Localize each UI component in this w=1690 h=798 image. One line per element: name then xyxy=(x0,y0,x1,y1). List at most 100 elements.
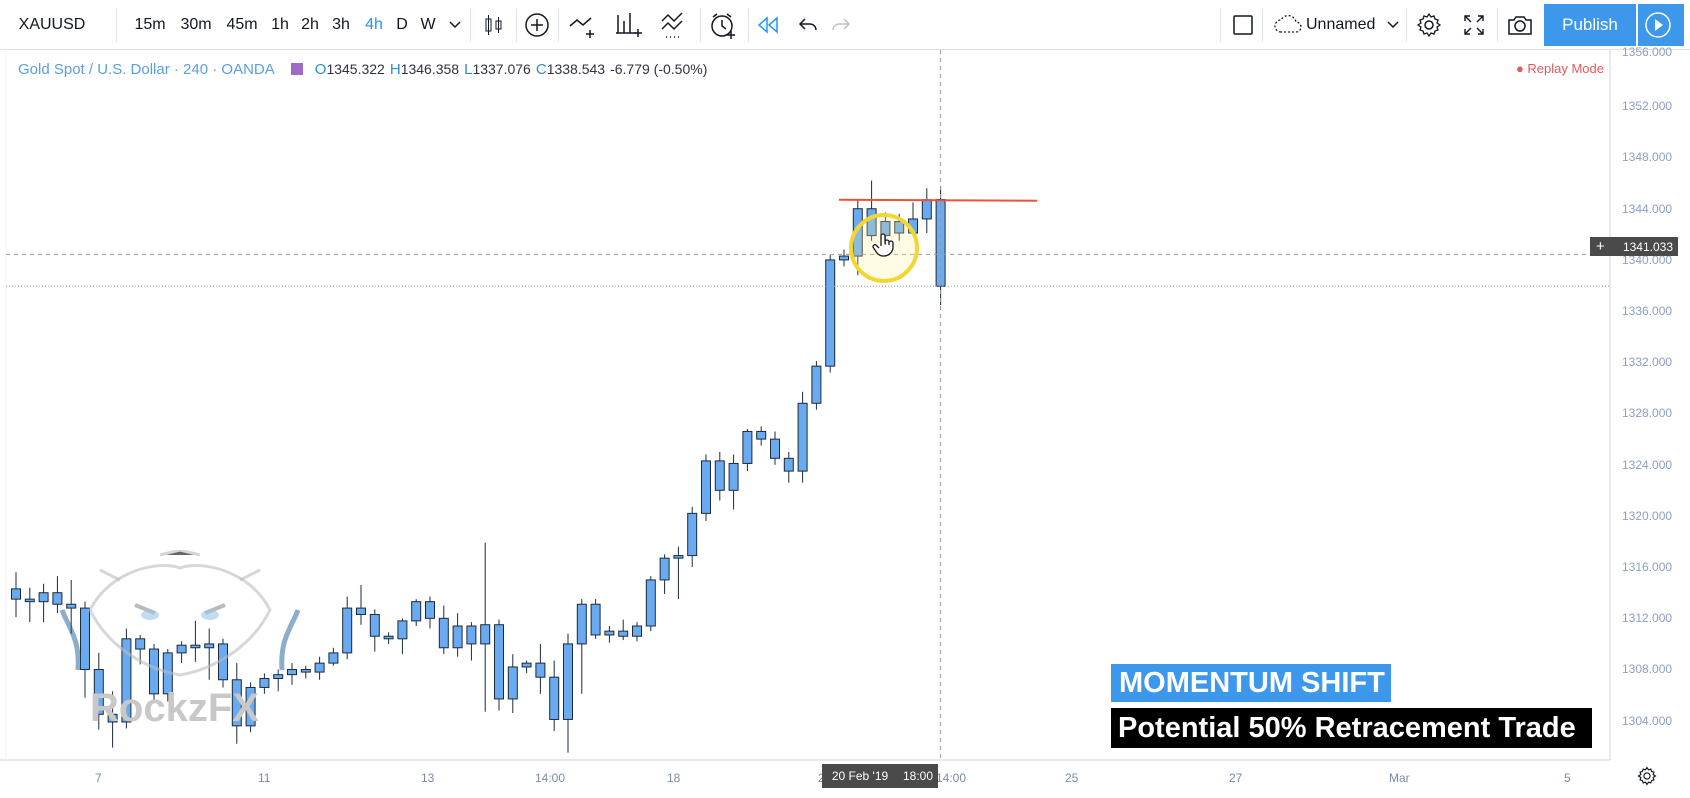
candle-body xyxy=(604,630,615,636)
fullscreen-icon[interactable] xyxy=(1458,0,1490,50)
candle-body xyxy=(632,625,642,637)
toolbar-divider xyxy=(1262,8,1263,42)
layout-name-button[interactable]: Unnamed xyxy=(1306,0,1382,50)
candle-body xyxy=(342,607,353,654)
toolbar-divider xyxy=(516,8,517,42)
candle-body xyxy=(535,662,546,678)
price-axis-label: 1320.000 xyxy=(1622,509,1673,523)
candle-body xyxy=(645,579,656,627)
time-axis-label: 13 xyxy=(421,771,435,785)
price-axis-label: 1312.000 xyxy=(1622,611,1673,625)
candle-body xyxy=(549,676,560,720)
candle-body xyxy=(507,666,518,700)
toolbar-divider xyxy=(700,8,701,42)
candle-body xyxy=(811,365,822,404)
interval-3h[interactable]: 3h xyxy=(329,0,353,50)
indicators-icon[interactable] xyxy=(611,0,647,50)
crosshair-price-tag: + 1341.033 xyxy=(1590,237,1678,256)
select-layout-square-icon[interactable] xyxy=(1229,0,1257,50)
interval-2h[interactable]: 2h xyxy=(298,0,322,50)
price-axis-label: 1356.000 xyxy=(1622,45,1673,59)
candle-style-icon[interactable] xyxy=(478,0,510,50)
toolbar-divider xyxy=(1406,8,1407,42)
toolbar-divider xyxy=(470,8,471,42)
undo-icon[interactable] xyxy=(793,0,823,50)
candle-body xyxy=(576,603,587,645)
symbol-search-button[interactable]: XAUUSD xyxy=(12,0,92,50)
candle-body xyxy=(756,430,767,440)
toolbar-divider xyxy=(558,8,559,42)
candle-body xyxy=(770,438,780,459)
compare-icon[interactable] xyxy=(565,0,601,50)
tiger-watermark-logo xyxy=(59,550,300,677)
candle-body xyxy=(11,588,21,600)
candle-body xyxy=(783,457,794,472)
toolbar-divider xyxy=(1497,8,1498,42)
settings-gear-icon[interactable] xyxy=(1413,0,1445,50)
candle-body xyxy=(411,601,422,622)
toolbar-divider xyxy=(1220,8,1221,42)
price-axis-label: 1352.000 xyxy=(1622,99,1673,113)
legend-close-label: C xyxy=(535,60,547,78)
add-indicator-plus-icon[interactable] xyxy=(521,0,553,50)
legend-close-value: 1338.543 xyxy=(546,61,606,77)
interval-45m[interactable]: 45m xyxy=(222,0,262,50)
templates-icon[interactable] xyxy=(657,0,693,50)
candle-body xyxy=(438,617,449,649)
candle-body xyxy=(314,662,325,673)
candle-body xyxy=(659,557,670,581)
price-axis-label: 1344.000 xyxy=(1622,202,1673,216)
play-icon xyxy=(1645,12,1671,38)
legend-change-value: -6.779 (-0.50%) xyxy=(610,61,708,77)
candle-body xyxy=(701,460,711,514)
price-axis-label: 1324.000 xyxy=(1622,458,1673,472)
legend-open-value: 1345.322 xyxy=(326,61,385,77)
legend-symbol-title[interactable]: Gold Spot / U.S. Dollar · 240 · OANDA xyxy=(18,61,275,78)
candle-body xyxy=(590,603,601,636)
legend-low-label: L xyxy=(464,60,473,78)
cursor-highlight-circle xyxy=(849,213,919,283)
candle-body xyxy=(521,662,532,668)
time-axis-label: 25 xyxy=(1065,771,1079,785)
redo-icon[interactable] xyxy=(826,0,856,50)
candle-body xyxy=(328,652,339,664)
price-axis-label: 1332.000 xyxy=(1622,355,1673,369)
watermark-brand-text: RockzFX xyxy=(90,686,259,730)
candle-body xyxy=(494,624,504,700)
candle-body xyxy=(935,198,946,287)
legend-low-value: 1337.076 xyxy=(472,61,531,77)
candle-body xyxy=(300,669,311,673)
interval-d[interactable]: D xyxy=(394,0,410,50)
candle-body xyxy=(397,620,408,640)
cloud-icon[interactable] xyxy=(1270,0,1306,50)
candle-body xyxy=(825,259,836,367)
candle-body xyxy=(921,199,932,220)
publish-button[interactable]: Publish xyxy=(1544,4,1636,46)
interval-dropdown-chevron-icon[interactable] xyxy=(446,0,464,50)
candle-body xyxy=(714,460,725,491)
candle-body xyxy=(38,592,49,603)
candle-body xyxy=(797,402,808,472)
horizontal-resistance-line xyxy=(838,198,1038,202)
interval-4h[interactable]: 4h xyxy=(361,0,387,50)
candle-body xyxy=(24,598,35,603)
time-axis-label: Mar xyxy=(1389,771,1410,785)
interval-w[interactable]: W xyxy=(418,0,438,50)
replay-rewind-icon[interactable] xyxy=(752,0,784,50)
momentum-shift-banner: MOMENTUM SHIFT xyxy=(1111,664,1391,702)
snapshot-camera-icon[interactable] xyxy=(1504,0,1536,50)
interval-30m[interactable]: 30m xyxy=(176,0,216,50)
toolbar-divider xyxy=(748,8,749,42)
axis-settings-gear-icon[interactable] xyxy=(1632,760,1662,792)
chart-legend: Gold Spot / U.S. Dollar · 240 · OANDA O1… xyxy=(18,58,712,80)
candle-body xyxy=(728,462,739,491)
alert-clock-icon[interactable] xyxy=(705,0,741,50)
publish-play-button[interactable] xyxy=(1638,4,1684,46)
layout-chevron-down-icon[interactable] xyxy=(1384,0,1402,50)
crosshair-plus-icon[interactable]: + xyxy=(1596,238,1605,255)
candle-body xyxy=(618,630,629,637)
interval-15m[interactable]: 15m xyxy=(132,0,168,50)
interval-1h[interactable]: 1h xyxy=(268,0,292,50)
flag-icon[interactable] xyxy=(290,63,303,75)
retracement-trade-banner: Potential 50% Retracement Trade xyxy=(1111,708,1592,748)
